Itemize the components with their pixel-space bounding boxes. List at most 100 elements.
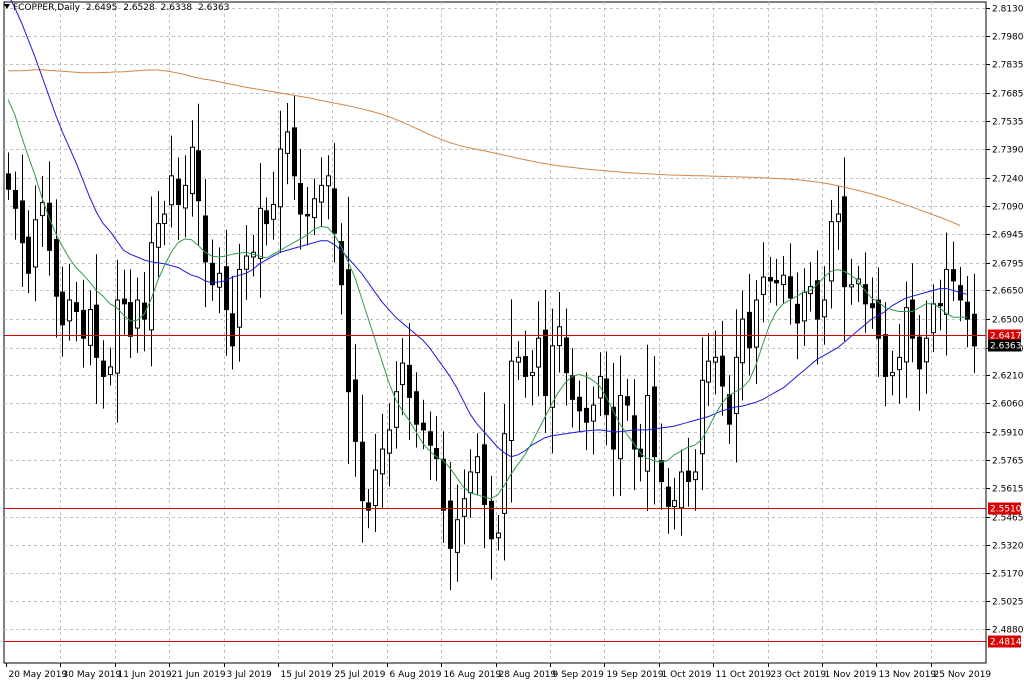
candle-down	[74, 302, 79, 312]
date-tick-label: 3 Jul 2019	[227, 670, 272, 680]
candle-up	[285, 131, 290, 154]
candle-up	[502, 433, 507, 514]
date-tick-label: 23 Oct 2019	[771, 670, 827, 680]
price-tick-label: 2.5615	[992, 485, 1024, 495]
header-timeframe: ,Daily	[54, 3, 80, 13]
candle-down	[659, 460, 664, 483]
candle-down	[910, 299, 915, 339]
price-tick-label: 2.5170	[992, 570, 1024, 580]
header-low: 2.6338	[160, 3, 193, 13]
candle-down	[564, 337, 569, 374]
candle-down	[13, 189, 18, 209]
candle-down	[972, 313, 977, 347]
candle-down	[26, 236, 31, 274]
price-tick-label: 2.6650	[992, 287, 1024, 297]
candle-down	[81, 309, 86, 339]
candle-down	[122, 298, 127, 305]
candle-down	[305, 213, 310, 217]
candle-up	[890, 372, 895, 377]
candle-up	[33, 219, 38, 268]
candle-up	[591, 404, 596, 422]
candle-up	[258, 207, 263, 259]
candle-down	[54, 238, 59, 297]
date-tick-label: 11 Oct 2019	[716, 670, 772, 680]
candle-up	[802, 291, 807, 322]
candle-down	[428, 431, 433, 446]
date-tick-label: 9 Sep 2019	[553, 670, 605, 680]
candle-up	[530, 372, 535, 377]
candle-up	[944, 268, 949, 315]
candle-down	[366, 502, 371, 511]
candle-up	[700, 379, 705, 455]
price-tick-label: 2.6500	[992, 316, 1024, 326]
candle-up	[672, 500, 677, 508]
header-high: 2.6528	[123, 3, 155, 13]
price-tick-label: 2.6060	[992, 400, 1024, 410]
chart-canvas[interactable]: 2.8130 2.7980 2.7835 2.7685 2.7535 2.7390 2.72…	[0, 0, 1024, 683]
candle-down	[543, 329, 548, 397]
candle-up	[496, 532, 501, 539]
candle-down	[421, 422, 426, 431]
date-tick-label: 11 Jun 2019	[118, 670, 172, 680]
price-tick-label: 2.7835	[992, 61, 1024, 71]
date-tick-label: 30 May 2019	[63, 670, 122, 680]
candle-up	[278, 148, 283, 208]
candle-up	[312, 198, 317, 219]
date-tick-label: 25 Jul 2019	[335, 670, 386, 680]
candle-up	[706, 360, 711, 383]
candle-up	[822, 299, 827, 318]
date-tick-label: 1 Oct 2019	[662, 670, 712, 680]
candle-down	[360, 441, 365, 502]
price-tick-label: 2.5765	[992, 457, 1024, 467]
candle-down	[938, 303, 943, 307]
candle-up	[244, 255, 249, 270]
candle-up	[924, 337, 929, 363]
date-tick-label: 1 Nov 2019	[825, 670, 877, 680]
candle-up	[88, 309, 93, 346]
candle-down	[353, 379, 358, 442]
candle-down	[570, 375, 575, 400]
candle-up	[931, 303, 936, 334]
candle-down	[203, 215, 208, 263]
candle-up	[380, 448, 385, 475]
candle-down	[686, 470, 691, 483]
candle-up	[190, 146, 195, 195]
candle-up	[849, 284, 854, 288]
price-tick-label: 2.8130	[992, 5, 1024, 15]
candle-up	[475, 456, 480, 474]
level-label: 2.5510	[990, 505, 1022, 515]
candle-down	[414, 391, 419, 425]
candle-down	[94, 304, 99, 358]
date-tick-label: 25 Nov 2019	[934, 670, 992, 680]
candle-up	[217, 272, 222, 288]
symbol-dropdown-icon[interactable]	[4, 4, 10, 9]
current-price-label: 2.6363	[990, 342, 1022, 352]
candle-up	[326, 175, 331, 187]
candle-down	[625, 396, 630, 406]
candle-down	[47, 202, 52, 251]
candle-down	[747, 311, 752, 349]
candle-up	[550, 345, 555, 408]
candle-down	[774, 280, 779, 284]
price-tick-label: 2.6945	[992, 231, 1024, 241]
price-tick-label: 2.7240	[992, 175, 1024, 185]
candle-up	[761, 276, 766, 295]
candle-down	[346, 269, 351, 393]
candle-down	[482, 444, 487, 505]
candle-up	[183, 184, 188, 209]
price-tick-label: 2.7685	[992, 90, 1024, 100]
candle-up	[169, 175, 174, 206]
candle-up	[740, 318, 745, 364]
header-close: 2.6363	[197, 3, 230, 13]
candle-down	[230, 313, 235, 347]
price-tick-label: 2.5320	[992, 542, 1024, 552]
candle-down	[584, 407, 589, 423]
candle-down	[883, 334, 888, 377]
candle-up	[536, 337, 541, 368]
candle-up	[836, 213, 841, 223]
candle-up	[156, 223, 161, 248]
date-tick-label: 13 Nov 2019	[879, 670, 937, 680]
header-open: 2.6495	[85, 3, 118, 13]
header-symbol: FCOPPER	[13, 3, 55, 13]
date-tick-label: 20 May 2019	[9, 670, 68, 680]
